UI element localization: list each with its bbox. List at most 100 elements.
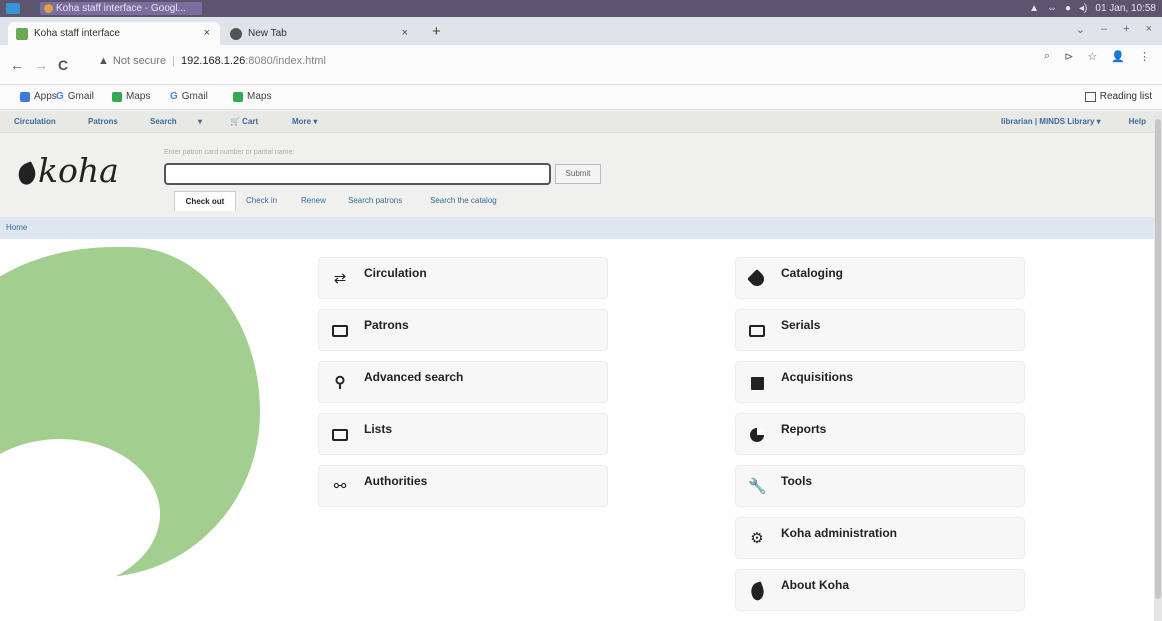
module-label: Serials xyxy=(781,318,821,332)
module-acquisitions[interactable]: Acquisitions xyxy=(735,361,1025,403)
reading-list-label: Reading list xyxy=(1099,91,1152,102)
module-label: Advanced search xyxy=(364,370,464,384)
network-icon[interactable]: ⇔ xyxy=(1047,2,1057,15)
bookmark-gmail[interactable]: G Gmail xyxy=(170,91,208,102)
bookmark-maps[interactable]: Maps xyxy=(233,91,271,102)
address-row: ← → C ▲ Not secure | 192.168.1.26:8080/inde… xyxy=(0,45,1162,85)
back-button[interactable]: ← xyxy=(10,57,24,73)
reading-list-icon xyxy=(1084,91,1096,102)
reload-button[interactable]: C xyxy=(58,57,68,73)
tab-search-catalog[interactable]: Search the catalog xyxy=(430,191,497,211)
bookmark-maps[interactable]: Maps xyxy=(112,91,150,102)
reading-list-button[interactable]: Reading list xyxy=(1084,91,1152,102)
circle-icon[interactable]: ● xyxy=(1065,2,1071,15)
bookmark-label: Maps xyxy=(247,91,272,102)
maximize-button[interactable]: + xyxy=(1123,23,1129,36)
tab-renew[interactable]: Renew xyxy=(301,191,326,211)
koha-top-nav: Circulation Patrons Search ▾ 🛒 Cart More… xyxy=(0,111,1154,133)
clock[interactable]: 01 Jan, 10:58 xyxy=(1095,2,1156,15)
koha-leaf-icon xyxy=(14,161,40,187)
nav-cart[interactable]: 🛒 Cart xyxy=(230,117,258,126)
module-label: Lists xyxy=(364,422,393,436)
maps-icon xyxy=(233,91,243,102)
nav-search[interactable]: Search xyxy=(150,117,177,126)
google-icon: G xyxy=(170,91,178,102)
module-label: Tools xyxy=(781,474,813,488)
nav-circulation[interactable]: Circulation xyxy=(14,117,56,126)
page-scrollbar[interactable] xyxy=(1154,111,1162,621)
module-serials[interactable]: Serials xyxy=(735,309,1025,351)
user-menu[interactable]: librarian | MINDS Library ▾ xyxy=(1001,117,1101,126)
module-tools[interactable]: 🔧 Tools xyxy=(735,465,1025,507)
volume-icon[interactable]: ◂) xyxy=(1079,2,1087,15)
module-reports[interactable]: Reports xyxy=(735,413,1025,455)
tab-label: New Tab xyxy=(248,28,287,39)
module-label: Authorities xyxy=(364,474,428,488)
app-menu-icon[interactable] xyxy=(6,3,20,14)
bookmark-star-icon[interactable]: ☆ xyxy=(1087,50,1097,63)
close-tab-icon[interactable]: × xyxy=(402,22,408,45)
breadcrumb: Home xyxy=(0,217,1154,239)
koha-favicon-icon xyxy=(16,28,28,40)
nav-more[interactable]: More ▾ xyxy=(292,117,317,126)
tab-check-in[interactable]: Check in xyxy=(246,191,277,211)
url-bar[interactable]: ▲ Not secure | 192.168.1.26:8080/index.html xyxy=(98,51,1148,71)
module-about-koha[interactable]: About Koha xyxy=(735,569,1025,611)
module-circulation[interactable]: ⇄ Circulation xyxy=(318,257,608,299)
nav-search-dropdown[interactable]: ▾ xyxy=(198,117,202,126)
module-cataloging[interactable]: Cataloging xyxy=(735,257,1025,299)
tab-search-patrons[interactable]: Search patrons xyxy=(348,191,402,211)
logo-text: koha xyxy=(38,151,119,190)
zoom-icon[interactable]: ⌕ xyxy=(1044,50,1050,63)
new-tab-button[interactable]: + xyxy=(432,22,441,42)
bookmark-gmail[interactable]: G Gmail xyxy=(56,91,94,102)
main-content: ⇄ Circulation Patrons ⚲ Advanced search … xyxy=(0,239,1154,621)
maps-icon xyxy=(112,91,122,102)
forward-button[interactable]: → xyxy=(34,57,48,73)
module-authorities[interactable]: ⚯ Authorities xyxy=(318,465,608,507)
send-icon[interactable]: ⊳ xyxy=(1064,50,1073,63)
system-tray: ▲ ⇔ ● ◂) 01 Jan, 10:58 xyxy=(1029,2,1156,15)
scrollbar-thumb[interactable] xyxy=(1155,119,1161,599)
google-icon: G xyxy=(56,91,64,102)
koha-logo[interactable]: koha xyxy=(14,151,119,190)
apps-icon xyxy=(20,91,30,102)
wrench-icon: 🔧 xyxy=(748,478,767,495)
taskbar-window-button[interactable]: Koha staff interface - Googl... xyxy=(40,2,202,15)
patron-search-input[interactable] xyxy=(164,163,551,185)
menu-icon[interactable]: ⋮ xyxy=(1139,50,1150,63)
newspaper-icon xyxy=(748,322,766,340)
tab-strip: Koha staff interface × New Tab × + ⌄ – +… xyxy=(0,17,1162,45)
minimize-button[interactable]: – xyxy=(1101,23,1107,36)
user-icon[interactable]: ▲ xyxy=(1029,2,1039,15)
module-lists[interactable]: Lists xyxy=(318,413,608,455)
chrome-favicon-icon xyxy=(230,28,242,40)
screen: Koha staff interface - Googl... ▲ ⇔ ● ◂)… xyxy=(0,0,1162,621)
window-controls: ⌄ – + × xyxy=(1076,23,1152,36)
koha-header: Circulation Patrons Search ▾ 🛒 Cart More… xyxy=(0,111,1154,217)
tab-check-out[interactable]: Check out xyxy=(174,191,236,211)
nav-patrons[interactable]: Patrons xyxy=(88,117,118,126)
submit-button[interactable]: Submit xyxy=(555,164,601,184)
module-patrons[interactable]: Patrons xyxy=(318,309,608,351)
module-advanced-search[interactable]: ⚲ Advanced search xyxy=(318,361,608,403)
help-link[interactable]: Help xyxy=(1129,117,1146,126)
tab-koha[interactable]: Koha staff interface × xyxy=(8,22,220,45)
pie-chart-icon xyxy=(748,426,766,444)
bookmark-apps[interactable]: Apps xyxy=(20,91,57,102)
os-top-bar: Koha staff interface - Googl... ▲ ⇔ ● ◂)… xyxy=(0,0,1162,17)
bookmark-label: Gmail xyxy=(67,91,94,102)
close-window-button[interactable]: × xyxy=(1146,23,1152,36)
tab-search-icon[interactable]: ⌄ xyxy=(1076,23,1085,36)
search-hint: Enter patron card number or partial name… xyxy=(164,149,295,156)
tab-label: Koha staff interface xyxy=(34,28,120,39)
profile-icon[interactable]: 👤 xyxy=(1111,50,1125,63)
module-koha-administration[interactable]: ⚙ Koha administration xyxy=(735,517,1025,559)
gears-icon: ⚙ xyxy=(750,530,764,547)
url-separator: | xyxy=(172,55,175,67)
close-tab-icon[interactable]: × xyxy=(204,22,210,45)
tab-new-tab[interactable]: New Tab × xyxy=(222,22,418,45)
url-path: :8080/index.html xyxy=(245,55,326,67)
breadcrumb-home[interactable]: Home xyxy=(6,223,27,232)
warning-icon[interactable]: ▲ xyxy=(98,55,109,67)
